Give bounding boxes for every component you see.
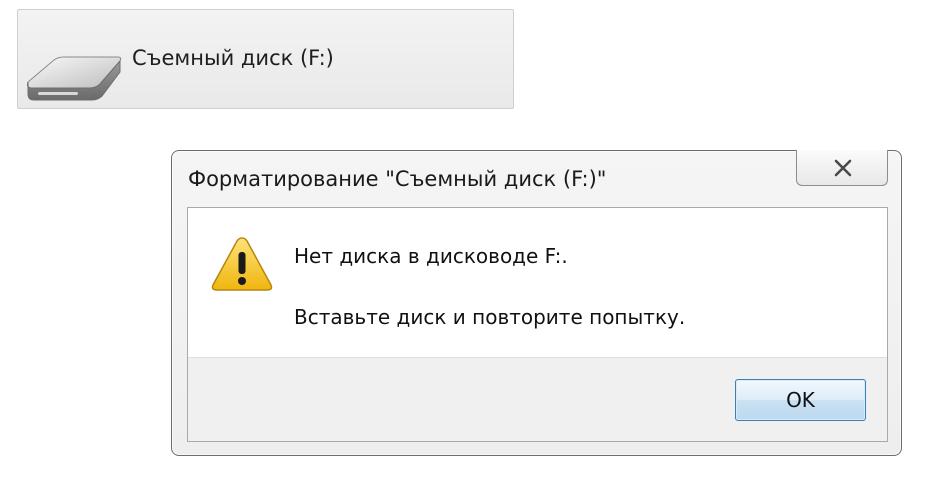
button-bar: OK [188,357,887,441]
warning-icon [211,237,273,291]
drive-item-f[interactable]: Съемный диск (F:) [17,9,514,109]
message-area: Нет диска в дисководе F:. Вставьте диск … [188,208,887,357]
format-error-dialog: Форматирование "Съемный диск (F:)" Нет д… [171,150,902,456]
removable-drive-icon [27,56,122,101]
drive-label: Съемный диск (F:) [132,46,334,70]
dialog-body: Нет диска в дисководе F:. Вставьте диск … [187,207,888,442]
ok-button[interactable]: OK [735,379,866,421]
instruction-message: Вставьте диск и повторите попытку. [294,305,686,329]
screen: Съемный диск (F:) Форматирование "Съемны… [0,0,930,488]
error-message: Нет диска в дисководе F:. [294,244,568,268]
close-icon [834,159,852,177]
dialog-title: Форматирование "Съемный диск (F:)" [188,167,607,191]
close-button[interactable] [796,150,888,186]
